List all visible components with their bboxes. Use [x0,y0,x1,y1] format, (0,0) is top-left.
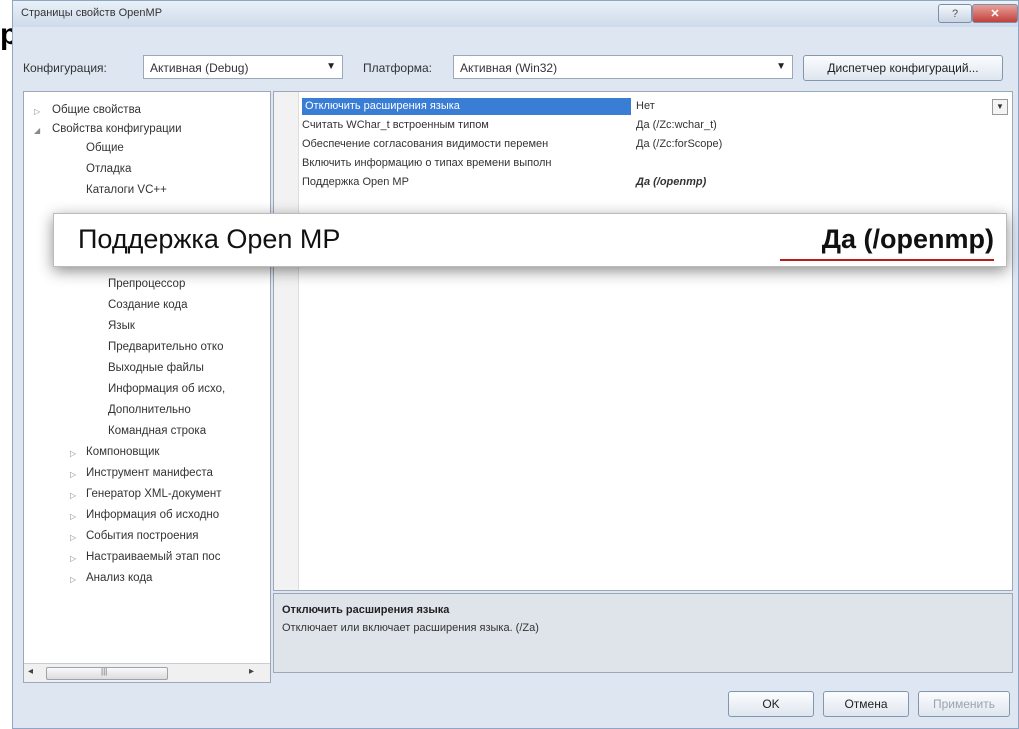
scroll-left-icon[interactable]: ◂ [28,666,33,677]
description-title: Отключить расширения языка [282,604,450,616]
tree-item[interactable]: Язык [108,320,135,332]
expand-arrow-icon[interactable]: ▷ [70,533,76,542]
tree-item[interactable]: Инструмент манифеста [86,467,213,479]
property-name: Отключить расширения языка [302,98,631,115]
tree-item[interactable]: Создание кода [108,299,187,311]
expand-arrow-icon[interactable]: ▷ [34,107,40,116]
tree-item[interactable]: Дополнительно [108,404,191,416]
property-value[interactable]: Да (/Zc:wchar_t) [636,119,717,131]
collapse-arrow-icon[interactable]: ◢ [34,126,40,135]
expand-arrow-icon[interactable]: ▷ [70,554,76,563]
configuration-select[interactable]: Активная (Debug) ▼ [143,55,343,79]
property-value[interactable]: Да (/Zc:forScope) [636,138,722,150]
tree-item[interactable]: События построения [86,530,199,542]
scroll-thumb[interactable]: ||| [46,667,168,680]
property-pages-window: Страницы свойств OpenMP ? ✕ Конфигурация… [12,0,1019,729]
property-row[interactable]: Поддержка Open MP Да (/openmp) [298,174,1012,191]
tree-item[interactable]: Свойства конфигурации [52,123,182,135]
property-row[interactable]: Обеспечение согласования видимости перем… [298,136,1012,153]
description-panel: Отключить расширения языка Отключает или… [273,593,1013,673]
tree-item[interactable]: Препроцессор [108,278,185,290]
tree-item[interactable]: Информация об исходно [86,509,219,521]
configuration-label: Конфигурация: [23,61,107,75]
tree-item[interactable]: Предварительно отко [108,341,223,353]
zoom-property-name: Поддержка Open MP [78,224,341,254]
help-button[interactable]: ? [938,4,972,23]
configuration-manager-button[interactable]: Диспетчер конфигураций... [803,55,1003,81]
grip-icon: ||| [101,667,108,676]
property-name: Считать WChar_t встроенным типом [302,119,489,131]
tree-item[interactable]: Отладка [86,163,131,175]
tree-item[interactable]: Выходные файлы [108,362,204,374]
tree-item[interactable]: Генератор XML-документ [86,488,222,500]
chevron-down-icon: ▼ [326,61,336,72]
expand-arrow-icon[interactable]: ▷ [70,491,76,500]
chevron-down-icon: ▼ [776,61,786,72]
configuration-row: Конфигурация: Активная (Debug) ▼ Платфор… [13,53,1018,83]
property-grid: Отключить расширения языка Нет ▼ Считать… [273,91,1013,591]
property-value[interactable]: Да (/openmp) [636,176,706,188]
property-name: Поддержка Open MP [302,176,409,188]
expand-arrow-icon[interactable]: ▷ [70,512,76,521]
description-text: Отключает или включает расширения языка.… [282,622,539,634]
tree-item[interactable]: Общие [86,142,124,154]
platform-select[interactable]: Активная (Win32) ▼ [453,55,793,79]
property-row[interactable]: Отключить расширения языка Нет ▼ [298,98,1012,115]
platform-label: Платформа: [363,61,433,75]
window-title: Страницы свойств OpenMP [21,7,163,19]
tree-item[interactable]: Анализ кода [86,572,152,584]
property-grid-gutter [274,92,299,590]
property-row[interactable]: Считать WChar_t встроенным типом Да (/Zc… [298,117,1012,134]
close-button[interactable]: ✕ [972,4,1018,23]
ok-button[interactable]: OK [728,691,814,717]
property-name: Включить информацию о типах времени выпо… [302,157,552,169]
scroll-right-icon[interactable]: ▸ [249,666,254,677]
expand-arrow-icon[interactable]: ▷ [70,470,76,479]
expand-arrow-icon[interactable]: ▷ [70,449,76,458]
apply-button[interactable]: Применить [918,691,1010,717]
configuration-value: Активная (Debug) [150,61,249,75]
highlight-underline [780,259,994,261]
cancel-button[interactable]: Отмена [823,691,909,717]
property-value[interactable]: Нет [636,100,655,112]
settings-tree: ▷ Общие свойства ◢ Свойства конфигурации… [23,91,271,683]
property-name: Обеспечение согласования видимости перем… [302,138,549,150]
tree-item[interactable]: Компоновщик [86,446,159,458]
zoom-callout: Поддержка Open MP Да (/openmp) [53,213,1007,267]
platform-value: Активная (Win32) [460,61,558,75]
expand-arrow-icon[interactable]: ▷ [70,575,76,584]
tree-item[interactable]: Общие свойства [52,104,141,116]
chevron-down-icon[interactable]: ▼ [992,99,1008,115]
tree-item[interactable]: Настраиваемый этап пос [86,551,220,563]
property-row[interactable]: Включить информацию о типах времени выпо… [298,155,1012,172]
tree-item[interactable]: Каталоги VC++ [86,184,167,196]
tree-item[interactable]: Командная строка [108,425,206,437]
title-bar[interactable]: Страницы свойств OpenMP ? ✕ [13,1,1018,27]
zoom-property-value: Да (/openmp) [821,224,994,254]
horizontal-scrollbar[interactable]: ◂ ||| ▸ [24,663,270,682]
tree-item[interactable]: Информация об исхо, [108,383,225,395]
